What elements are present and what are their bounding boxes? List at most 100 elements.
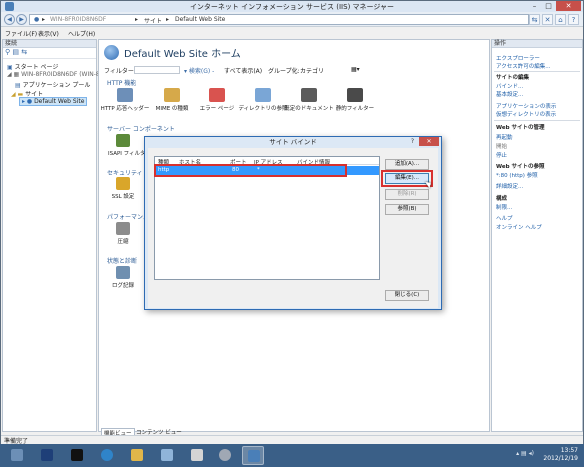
remote-desktop-icon[interactable] <box>186 446 208 465</box>
manage-site-header: Web サイトの管理 <box>496 125 545 131</box>
section-server-components[interactable]: サーバー コンポーネント <box>107 124 175 133</box>
filter-label: フィルター: <box>104 68 136 75</box>
feature-isapi-filters[interactable]: ISAPI フィルター <box>108 134 151 157</box>
action-restart[interactable]: 再起動 <box>496 133 513 141</box>
tree-item-app-pools[interactable]: ▤ アプリケーション プール <box>15 80 90 89</box>
action-basic-settings[interactable]: 基本設定... <box>496 90 523 98</box>
taskbar: ▴ ▤ ◂) 13:57 2012/12/19 <box>0 444 584 467</box>
action-edit-permissions[interactable]: アクセス許可の編集... <box>496 62 550 70</box>
tree-item-start-page[interactable]: ▣ スタート ページ <box>7 62 58 71</box>
server-manager-icon[interactable] <box>6 446 28 465</box>
title-bar: インターネット インフォメーション サービス (IIS) マネージャー – □ … <box>1 1 583 12</box>
dialog-help-button[interactable]: ? <box>408 138 417 146</box>
error-pages-icon <box>209 88 225 102</box>
globe-icon: ● <box>34 16 40 23</box>
action-view-applications[interactable]: アプリケーションの表示 <box>496 102 556 110</box>
http-headers-icon <box>117 88 133 102</box>
clock[interactable]: 13:57 2012/12/19 <box>543 447 578 463</box>
start-page-icon: ▣ <box>7 64 15 71</box>
clock-time: 13:57 <box>560 447 578 454</box>
close-window-button[interactable]: ✕ <box>556 1 581 11</box>
search-button[interactable]: ▾ 検索(G) - <box>184 66 214 75</box>
lock-icon <box>116 177 130 190</box>
iis-manager-task-icon[interactable] <box>242 446 264 465</box>
address-toolbar: ⇆ ✕ ⌂? <box>527 14 579 25</box>
dialog-title: サイト バインド <box>269 138 317 146</box>
action-explore[interactable]: エクスプローラー <box>496 54 540 62</box>
section-performance[interactable]: パフォーマンス <box>107 212 149 221</box>
filter-input[interactable] <box>134 66 180 74</box>
menu-file[interactable]: ファイル(F) <box>5 29 37 38</box>
site-bindings-dialog: サイト バインド ? ✕ 種類 ホスト名 ポート IP アドレス バインド情報 … <box>144 136 442 310</box>
feature-logging[interactable]: ログ記録 <box>108 266 138 289</box>
refresh-icon[interactable]: ⇆ <box>529 14 540 25</box>
show-all-button[interactable]: すべて表示(A) <box>224 66 262 75</box>
back-arrow-icon[interactable]: ◀ <box>4 14 15 25</box>
breadcrumb-server[interactable]: WIN-8FR0ID8N6DF <box>50 16 106 23</box>
close-dialog-button[interactable]: 閉じる(C) <box>385 290 429 301</box>
menu-view[interactable]: 表示(V) <box>38 29 59 38</box>
server-icon: ◢ ▦ <box>7 71 22 78</box>
tree-item-default-web-site[interactable]: ▸ ● Default Web Site <box>19 97 88 106</box>
action-view-virtual-directories[interactable]: 仮想ディレクトリの表示 <box>496 110 556 118</box>
file-explorer-icon[interactable] <box>126 446 148 465</box>
feature-static-filter[interactable]: 静的フィルター <box>329 88 381 112</box>
view-toggle-icon[interactable]: ▦▾ <box>351 66 360 73</box>
home-icon[interactable]: ⌂ <box>555 14 566 25</box>
tree-item-server[interactable]: ◢ ▦ WIN-8FR0ID8N6DF (WIN-8... <box>7 71 105 78</box>
section-security[interactable]: セキュリティ <box>107 168 143 177</box>
maximize-button[interactable]: □ <box>542 1 555 11</box>
action-help[interactable]: ヘルプ <box>496 214 513 222</box>
breadcrumb[interactable]: ● ▸ WIN-8FR0ID8N6DF ▸ サイト ▸ Default Web … <box>29 14 529 25</box>
action-bindings[interactable]: バインド... <box>496 82 523 90</box>
add-binding-button[interactable]: 追加(A)... <box>385 159 429 170</box>
dialog-close-icon[interactable]: ✕ <box>419 137 439 146</box>
help-icon[interactable]: ? <box>568 14 579 25</box>
feature-http-headers[interactable]: HTTP 応答ヘッダー <box>99 88 151 112</box>
powershell-icon[interactable] <box>36 446 58 465</box>
action-online-help[interactable]: オンライン ヘルプ <box>496 223 542 231</box>
static-filter-icon <box>347 88 363 102</box>
menu-help[interactable]: ヘルプ(H) <box>68 29 95 38</box>
group-select[interactable]: カテゴリ <box>300 66 324 75</box>
connections-toolbar[interactable]: ⚲ ▤ ⇆ <box>3 48 96 59</box>
default-document-icon <box>301 88 317 102</box>
command-prompt-icon[interactable] <box>66 446 88 465</box>
browse-binding-button[interactable]: 参照(B) <box>385 204 429 215</box>
app-pool-icon: ▤ <box>15 82 23 89</box>
menu-bar: ファイル(F) 表示(V) ヘルプ(H) <box>1 28 583 38</box>
action-stop[interactable]: 停止 <box>496 151 507 159</box>
feature-directory-browsing[interactable]: ディレクトリの参照 <box>237 88 289 112</box>
tray-icons[interactable]: ▴ ▤ ◂) <box>516 450 534 457</box>
breadcrumb-site[interactable]: Default Web Site <box>175 16 225 23</box>
settings-gear-icon[interactable] <box>214 446 236 465</box>
directory-browsing-icon <box>255 88 271 102</box>
action-browse-http[interactable]: *:80 (http) 参照 <box>496 171 538 179</box>
breadcrumb-sep: ▸ <box>135 16 139 23</box>
group-label: グループ化: <box>268 68 300 75</box>
row-highlight-box <box>154 164 347 177</box>
divider <box>494 71 580 72</box>
internet-explorer-icon[interactable] <box>96 446 118 465</box>
remove-binding-button[interactable]: 削除(R) <box>385 189 429 200</box>
stop-icon[interactable]: ✕ <box>542 14 553 25</box>
notepad-icon[interactable] <box>156 446 178 465</box>
window-title: インターネット インフォメーション サービス (IIS) マネージャー <box>189 3 395 11</box>
isapi-filters-icon <box>116 134 130 147</box>
forward-arrow-icon[interactable]: ▶ <box>16 14 27 25</box>
button-highlight-box <box>381 170 433 187</box>
feature-error-pages[interactable]: エラー ページ <box>191 88 243 112</box>
breadcrumb-sites[interactable]: サイト <box>144 16 162 25</box>
minimize-button[interactable]: – <box>528 1 541 11</box>
address-bar: ◀ ▶ ● ▸ WIN-8FR0ID8N6DF ▸ サイト ▸ Default … <box>1 12 583 27</box>
action-limits[interactable]: 制限... <box>496 203 512 211</box>
action-advanced-settings[interactable]: 詳細設定... <box>496 182 523 190</box>
feature-ssl-settings[interactable]: SSL 設定 <box>108 177 138 200</box>
section-health[interactable]: 状態と診断 <box>107 256 137 265</box>
feature-default-document[interactable]: 既定のドキュメント <box>283 88 335 112</box>
section-http[interactable]: HTTP 機能 <box>107 78 136 87</box>
logging-icon <box>116 266 130 279</box>
status-bar: 準備完了 <box>1 435 583 445</box>
action-start[interactable]: 開始 <box>496 142 507 150</box>
feature-compression[interactable]: 圧縮 <box>108 222 138 245</box>
